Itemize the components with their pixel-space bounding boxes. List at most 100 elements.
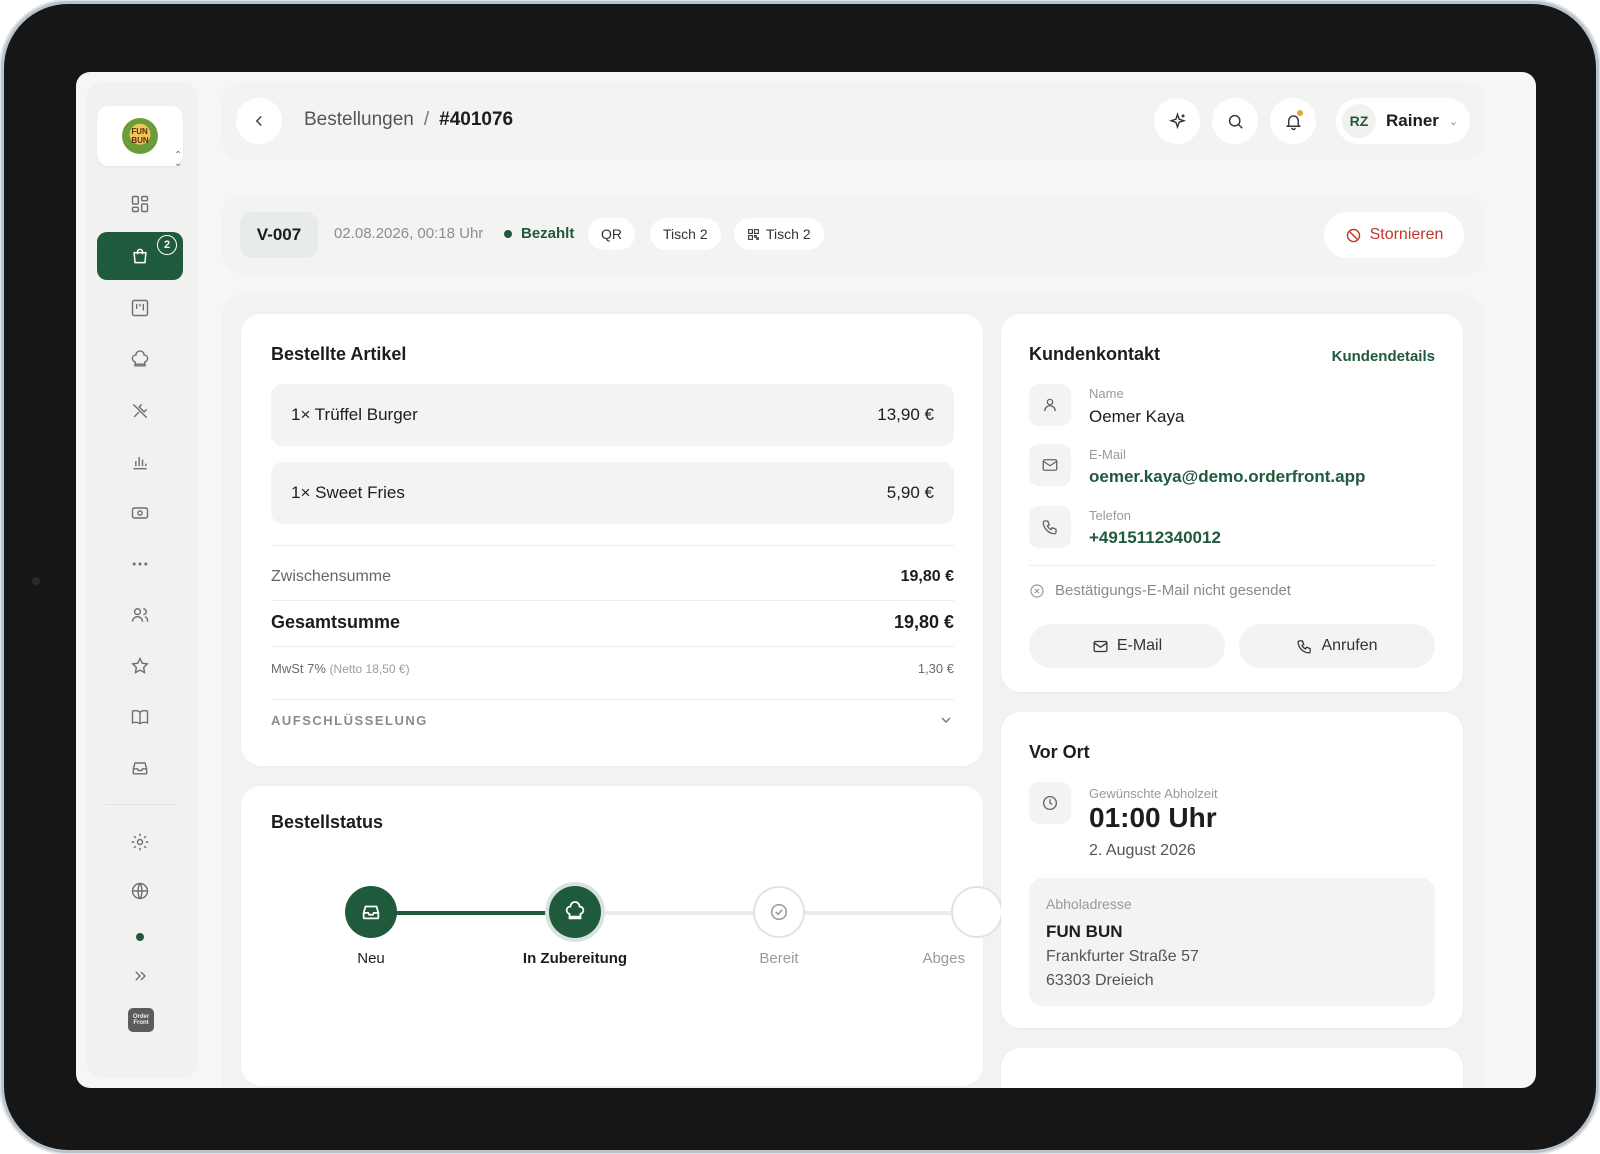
more-dots-icon (132, 562, 148, 566)
app-screen: FUN BUN ⌃ ⌄ 2 Order Front Bestellungen /… (76, 72, 1536, 1088)
status-step-preparing[interactable] (549, 886, 601, 938)
cancel-order-button[interactable]: Stornieren (1324, 212, 1464, 258)
order-item: 1× Trüffel Burger 13,90 € (271, 384, 954, 446)
globe-icon (131, 882, 149, 900)
sidebar-item-inbox[interactable] (97, 746, 183, 790)
phone-icon (1029, 506, 1071, 548)
double-chevron-right-icon (135, 971, 147, 981)
payment-status: Bezahlt (504, 225, 574, 242)
vat-row: MwSt 7% (Netto 18,50 €) 1,30 € (271, 661, 954, 676)
cash-icon (131, 507, 149, 519)
chevron-down-icon (941, 717, 951, 723)
vat-value: 1,30 € (917, 661, 954, 676)
order-datetime: 02.08.2026, 00:18 Uhr (334, 225, 484, 242)
user-name: Rainer (1386, 111, 1439, 130)
breadcrumb: Bestellungen / #401076 (304, 109, 513, 131)
book-icon (131, 709, 149, 725)
customer-name: Oemer Kaya (1089, 407, 1185, 426)
star-icon (131, 656, 149, 674)
breakdown-toggle[interactable]: AUFSCHLÜSSELUNG (271, 712, 954, 728)
dashboard-icon (131, 195, 149, 213)
customer-email[interactable]: oemer.kaya@demo.orderfront.app (1089, 467, 1365, 487)
sparkles-icon (1168, 111, 1186, 129)
total-row: Gesamtsumme 19,80 € (271, 612, 954, 633)
status-step-ready[interactable] (753, 886, 805, 938)
address-label: Abholadresse (1046, 896, 1132, 912)
sidebar-item-reviews[interactable] (97, 644, 183, 688)
status-step-completed[interactable] (951, 886, 1003, 938)
online-status-dot (136, 933, 144, 941)
sidebar-item-payments[interactable] (97, 491, 183, 535)
address-city: 63303 Dreieich (1046, 972, 1154, 989)
sidebar-item-analytics[interactable] (97, 440, 183, 484)
qr-table-label: Tisch 2 (766, 226, 811, 242)
chevron-updown-icon: ⌃ ⌄ (174, 150, 183, 169)
notifications-button[interactable] (1270, 98, 1316, 144)
sidebar-item-customers[interactable] (97, 593, 183, 637)
item-price: 5,90 € (886, 483, 934, 502)
total-value: 19,80 € (893, 612, 954, 632)
sidebar-item-menu[interactable] (97, 389, 183, 433)
email-button-label: E-Mail (1116, 637, 1163, 654)
clock-icon (1029, 782, 1071, 824)
chef-hat-icon (131, 350, 149, 367)
status-step-new[interactable] (345, 886, 397, 938)
x-circle-icon (1030, 583, 1044, 598)
breadcrumb-parent[interactable]: Bestellungen (304, 109, 414, 130)
call-button-label: Anrufen (1321, 637, 1378, 654)
back-button[interactable] (236, 98, 282, 144)
chevron-down-icon: ⌄ (1448, 115, 1459, 128)
order-status-card: Bestellstatus Neu In Zubereitung Bereit … (241, 786, 1003, 1086)
breakdown-label: AUFSCHLÜSSELUNG (271, 712, 428, 728)
camera (32, 577, 40, 585)
phone-label: Telefon (1089, 508, 1131, 523)
customer-contact-card: Kundenkontakt Kundendetails Name Oemer K… (1001, 314, 1463, 692)
sidebar-item-board[interactable] (97, 286, 183, 330)
sidebar-item-kitchen[interactable] (97, 338, 183, 382)
sidebar: FUN BUN ⌃ ⌄ 2 Order Front (76, 72, 208, 1088)
sidebar-item-settings[interactable] (97, 820, 183, 864)
search-icon (1228, 114, 1243, 129)
source-chip: QR (588, 218, 635, 250)
ai-assistant-button[interactable] (1154, 98, 1200, 144)
status-step-label: Abges (922, 950, 965, 967)
shopping-bag-icon (133, 248, 147, 264)
address-street: Frankfurter Straße 57 (1046, 948, 1199, 965)
sidebar-expand-button[interactable] (97, 954, 183, 998)
progress-line-done (371, 911, 575, 915)
customer-phone[interactable]: +4915112340012 (1089, 528, 1221, 548)
avatar: RZ (1342, 104, 1376, 138)
customer-details-link[interactable]: Kundendetails (1332, 348, 1435, 365)
phone-icon (1297, 639, 1312, 654)
ordered-items-card: Bestellte Artikel 1× Trüffel Burger 13,9… (241, 314, 983, 766)
users-icon (131, 608, 149, 622)
sidebar-item-more[interactable] (97, 542, 183, 586)
email-label: E-Mail (1089, 447, 1126, 462)
sidebar-item-catalog[interactable] (97, 695, 183, 739)
sidebar-item-dashboard[interactable] (97, 182, 183, 226)
subtotal-value: 19,80 € (900, 568, 954, 585)
pickup-time: 01:00 Uhr (1089, 802, 1217, 833)
kanban-icon (131, 299, 149, 317)
next-card-partial (1001, 1048, 1463, 1088)
sidebar-item-language[interactable] (97, 869, 183, 913)
cancel-label: Stornieren (1369, 226, 1444, 243)
bar-chart-icon (133, 457, 147, 470)
search-button[interactable] (1212, 98, 1258, 144)
email-button[interactable]: E-Mail (1029, 624, 1225, 668)
orderfront-logo: Order Front (128, 1008, 154, 1032)
top-header: Bestellungen / #401076 RZ Rainer ⌄ (222, 82, 1484, 160)
breadcrumb-separator: / (423, 109, 430, 130)
status-step-label: In Zubereitung (522, 950, 628, 967)
call-button[interactable]: Anrufen (1239, 624, 1435, 668)
gear-icon (131, 833, 149, 851)
total-label: Gesamtsumme (271, 612, 401, 632)
sidebar-item-orders[interactable]: 2 (97, 232, 183, 280)
item-name: 1× Sweet Fries (291, 483, 405, 502)
mail-icon (1029, 444, 1071, 486)
subtotal-row: Zwischensumme 19,80 € (271, 568, 954, 586)
pickup-time-label: Gewünschte Abholzeit (1089, 786, 1218, 801)
user-menu[interactable]: RZ Rainer ⌄ (1336, 98, 1470, 144)
name-label: Name (1089, 386, 1124, 401)
restaurant-switcher[interactable]: FUN BUN (97, 106, 183, 166)
